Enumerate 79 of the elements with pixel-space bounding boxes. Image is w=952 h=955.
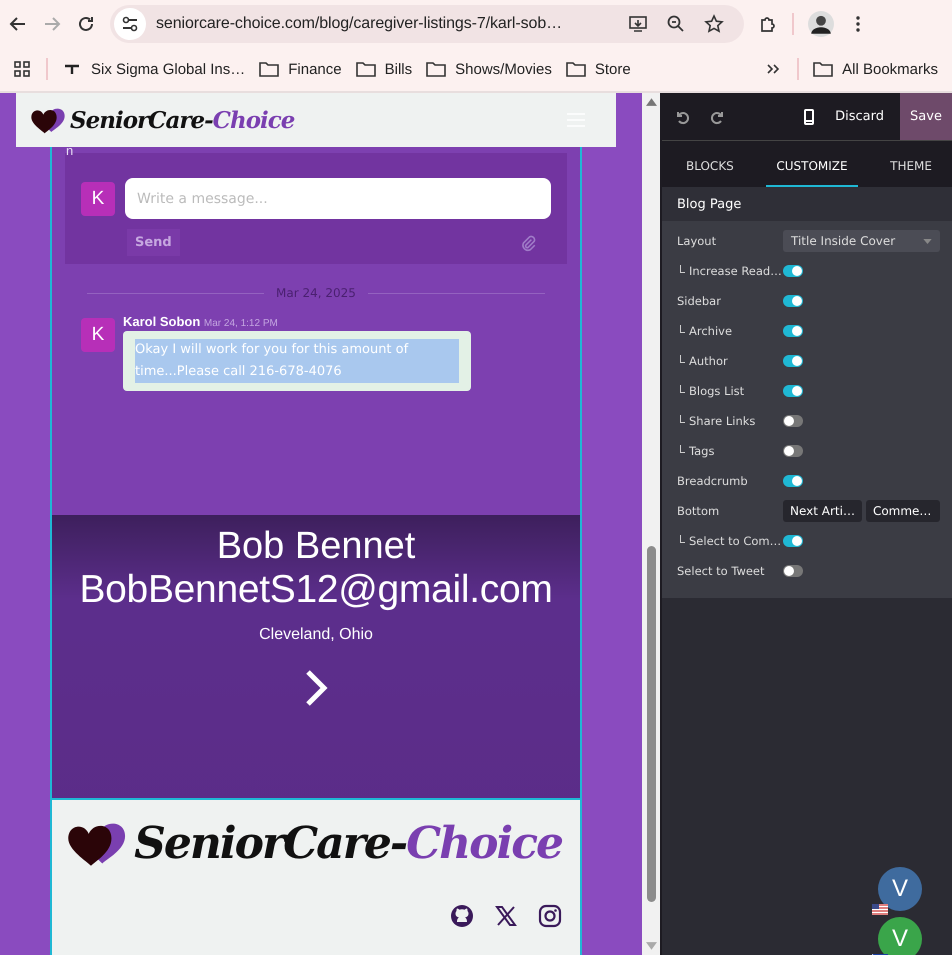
address-bar[interactable]: seniorcare-choice.com/blog/caregiver-listings-7/karl-sob… bbox=[110, 4, 744, 42]
url-text: seniorcare-choice.com/blog/caregiver-listings-7/karl-sob… bbox=[156, 14, 564, 32]
instagram-icon[interactable] bbox=[538, 904, 562, 928]
folder-icon bbox=[426, 61, 446, 77]
branch-icon bbox=[680, 445, 685, 453]
chevron-right-icon[interactable] bbox=[304, 668, 328, 708]
option-label: Tags bbox=[689, 444, 714, 458]
site-logo[interactable]: SeniorCare-Choice bbox=[30, 105, 294, 135]
scroll-up-icon[interactable] bbox=[646, 97, 656, 106]
option-label: Blogs List bbox=[689, 384, 744, 398]
star-icon[interactable] bbox=[704, 14, 724, 34]
text-fragment: n bbox=[66, 143, 74, 158]
section-heading: Blog Page bbox=[662, 187, 952, 221]
branch-icon bbox=[680, 415, 685, 423]
all-bookmarks[interactable]: All Bookmarks bbox=[813, 60, 938, 78]
message-field[interactable]: Write a message... bbox=[125, 178, 551, 219]
option-label: Author bbox=[689, 354, 728, 368]
branch-icon bbox=[680, 265, 685, 273]
option-button[interactable]: Next Arti… bbox=[783, 500, 862, 522]
option-label: Archive bbox=[689, 324, 732, 338]
github-icon[interactable] bbox=[450, 904, 474, 928]
panel-tab[interactable]: THEME bbox=[880, 147, 942, 187]
toggle-switch[interactable] bbox=[783, 265, 803, 277]
panel-tab[interactable]: BLOCKS bbox=[676, 147, 744, 187]
toggle-switch[interactable] bbox=[783, 535, 803, 547]
branch-icon bbox=[680, 355, 685, 363]
cover-location: Cleveland, Ohio bbox=[259, 626, 373, 644]
bookmark[interactable]: Finance bbox=[259, 60, 342, 78]
toggle-switch[interactable] bbox=[783, 415, 803, 427]
bookmark[interactable]: Six Sigma Global Ins… bbox=[62, 60, 246, 78]
cover-title: Bob Bennet bbox=[216, 525, 416, 568]
branch-icon bbox=[680, 325, 685, 333]
option-label: Bottom bbox=[677, 504, 720, 518]
toggle-switch[interactable] bbox=[783, 325, 803, 337]
message-time: Mar 24, 1:12 PM bbox=[204, 318, 278, 329]
toggle-switch[interactable] bbox=[783, 475, 803, 487]
author-name: Karol Sobon bbox=[123, 314, 200, 329]
toggle-switch[interactable] bbox=[783, 355, 803, 367]
x-logo-icon[interactable] bbox=[494, 904, 518, 928]
save-button[interactable]: Save bbox=[900, 93, 952, 140]
scroll-thumb[interactable] bbox=[646, 546, 656, 902]
profile-avatar[interactable] bbox=[808, 10, 834, 36]
user-avatar: K bbox=[81, 182, 115, 216]
folder-icon bbox=[259, 61, 280, 77]
bookmark[interactable]: Bills bbox=[356, 60, 412, 78]
footer-logo: SeniorCare-Choice bbox=[66, 814, 562, 872]
paperclip-icon[interactable] bbox=[519, 234, 537, 252]
apps-icon[interactable] bbox=[12, 59, 32, 79]
install-icon[interactable] bbox=[628, 14, 648, 34]
option-label: Select to Tweet bbox=[677, 564, 765, 578]
date-divider: Mar 24, 2025 bbox=[276, 286, 356, 300]
author-avatar: K bbox=[81, 318, 115, 352]
branch-icon bbox=[680, 385, 685, 393]
user-avatar[interactable]: V bbox=[878, 867, 922, 911]
folder-icon bbox=[566, 61, 586, 77]
toggle-switch[interactable] bbox=[783, 445, 803, 457]
option-label: Layout bbox=[677, 234, 716, 248]
toggle-switch[interactable] bbox=[783, 295, 803, 307]
option-label: Select to Com… bbox=[689, 534, 782, 548]
branch-icon bbox=[680, 535, 685, 543]
folder-icon bbox=[356, 61, 376, 77]
flag-icon bbox=[872, 904, 888, 915]
site-settings-icon[interactable] bbox=[114, 8, 146, 40]
option-button[interactable]: Comme… bbox=[866, 500, 940, 522]
message-text: Okay I will work for you for this amount of time...Please call 216-678-4076 bbox=[135, 339, 459, 383]
option-label: Breadcrumb bbox=[677, 474, 748, 488]
bookmark[interactable]: Shows/Movies bbox=[426, 60, 552, 78]
zoom-icon[interactable] bbox=[666, 14, 686, 34]
cover-email: BobBennetS12@gmail.com bbox=[79, 568, 553, 612]
folder-icon bbox=[813, 61, 834, 77]
toggle-switch[interactable] bbox=[783, 565, 803, 577]
option-label: Sidebar bbox=[677, 294, 721, 308]
option-label: Increase Read… bbox=[689, 264, 782, 278]
bookmark[interactable]: Store bbox=[566, 60, 631, 78]
caret-icon bbox=[923, 238, 932, 244]
discard-button[interactable]: Discard bbox=[829, 108, 890, 125]
toggle-switch[interactable] bbox=[783, 385, 803, 397]
option-label: Share Links bbox=[689, 414, 756, 428]
layout-dropdown[interactable]: Title Inside Cover bbox=[783, 230, 940, 252]
